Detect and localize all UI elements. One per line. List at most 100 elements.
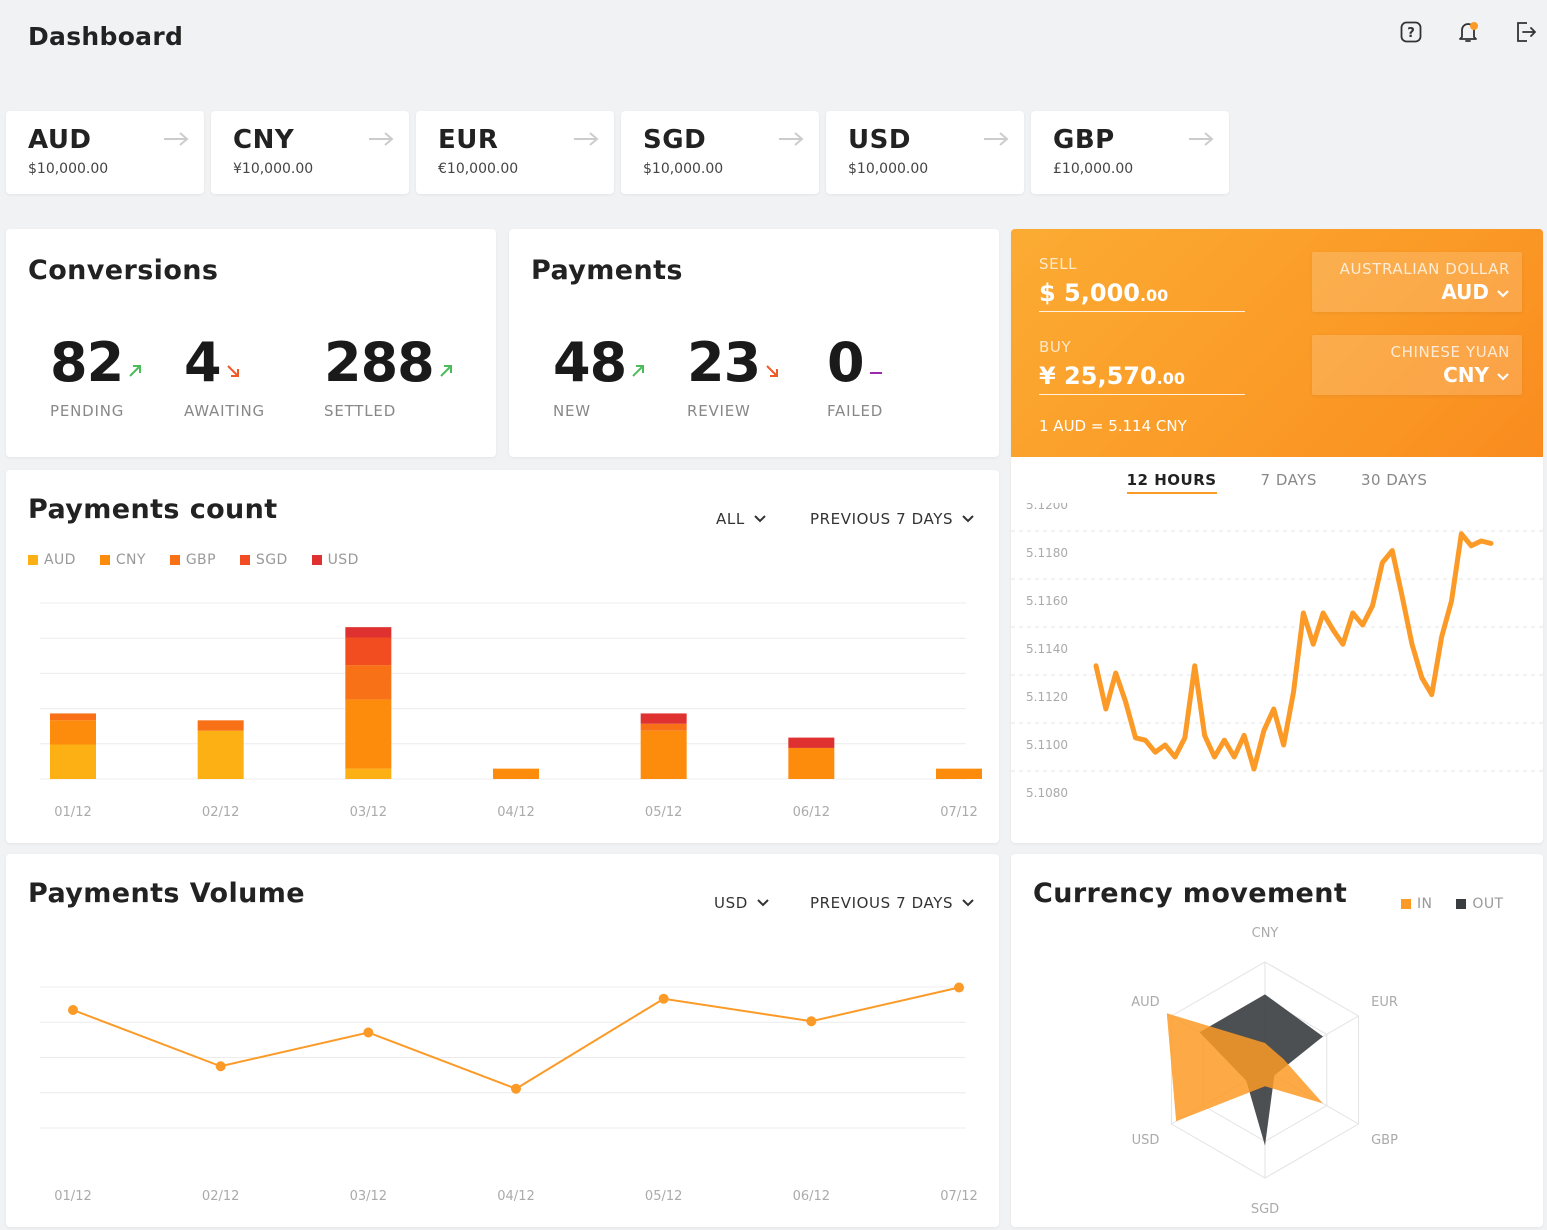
currency-amount: $10,000.00: [28, 161, 109, 177]
rate-line: [1093, 531, 1494, 772]
bar-segment-usd: [788, 737, 835, 748]
radar-axis-label: CNY: [1252, 926, 1279, 941]
top-toolbar: ?: [1368, 18, 1539, 46]
series-line: [72, 986, 960, 1090]
data-point: [363, 1027, 374, 1038]
payments-volume-chart: 01/12 02/12 03/12 04/12 05/12 06/12 07/12: [40, 982, 978, 1204]
y-tick-label: 5.1140: [1026, 642, 1068, 656]
payments-count-card: Payments count ALL PREVIOUS 7 DAYS AUD C…: [6, 470, 999, 843]
arrow-right-icon: [574, 132, 599, 146]
buy-currency-code: CNY: [1443, 363, 1490, 387]
buy-cents: .00: [1156, 369, 1186, 388]
stat-awaiting: 4 AWAITING: [184, 331, 265, 420]
conversions-card: Conversions 82 PENDING 4 AWAITING 288 SE…: [6, 229, 496, 457]
bar-segment-sgd: [345, 637, 392, 666]
radar-axis-label: GBP: [1371, 1133, 1398, 1148]
arrow-right-icon: [779, 132, 804, 146]
trend-down-icon: [766, 365, 779, 377]
data-point: [806, 1016, 817, 1027]
currency-tile-sgd[interactable]: SGD $10,000.00: [621, 111, 819, 194]
bar-segment-usd: [345, 627, 392, 638]
bar-segment-gbp: [345, 665, 392, 700]
currency-tile-eur[interactable]: EUR €10,000.00: [416, 111, 614, 194]
x-tick-label: 02/12: [202, 1189, 239, 1204]
buy-currency-select[interactable]: CHINESE YUAN CNY: [1312, 335, 1522, 395]
fx-range-tabs: 12 HOURS 7 DAYS 30 DAYS: [1011, 471, 1543, 494]
fx-rate-chart: 5.1200 5.1180 5.1160 5.1140 5.1120 5.1100 5.10…: [1011, 503, 1543, 800]
arrow-right-icon: [369, 132, 394, 146]
trend-up-icon: [440, 365, 452, 377]
bar-segment-cny: [640, 730, 687, 779]
x-tick-label: 04/12: [497, 805, 534, 820]
stat-label: REVIEW: [687, 402, 751, 420]
x-tick-label: 06/12: [793, 1189, 830, 1204]
payments-count-chart: 01/12 02/12 03/12 04/12 05/12 06/12 07/12: [40, 602, 982, 820]
stat-failed: 0 FAILED: [827, 331, 884, 420]
radar-axis-label: EUR: [1371, 995, 1398, 1010]
sell-cents: .00: [1139, 286, 1169, 305]
help-icon[interactable]: ?: [1397, 18, 1425, 46]
bar-segment-cny: [345, 699, 392, 769]
stat-review: 23 REVIEW: [687, 331, 780, 420]
currency-amount: €10,000.00: [438, 161, 519, 177]
radar-axis-label: SGD: [1251, 1202, 1279, 1217]
arrow-right-icon: [984, 132, 1009, 146]
currency-amount: $10,000.00: [643, 161, 724, 177]
currency-amount: £10,000.00: [1053, 161, 1134, 177]
stat-value: 23: [687, 331, 761, 394]
trend-flat-icon: [869, 372, 882, 374]
exchange-rate: 1 AUD = 5.114 CNY: [1039, 417, 1187, 435]
tab-7-days[interactable]: 7 DAYS: [1261, 471, 1317, 494]
radar-axis-label: USD: [1132, 1133, 1160, 1148]
buy-amount: ¥ 25,570: [1039, 362, 1157, 390]
stat-label: NEW: [553, 402, 591, 420]
bar-segment-cny: [788, 747, 835, 779]
logout-icon[interactable]: [1511, 18, 1539, 46]
stat-settled: 288 SETTLED: [324, 331, 454, 420]
tab-30-days[interactable]: 30 DAYS: [1361, 471, 1427, 494]
stat-new: 48 NEW: [553, 331, 646, 420]
sell-currency-code: AUD: [1441, 280, 1490, 304]
y-tick-label: 5.1180: [1026, 546, 1068, 560]
currency-tile-cny[interactable]: CNY ¥10,000.00: [211, 111, 409, 194]
x-tick-label: 01/12: [54, 1189, 91, 1204]
trend-up-icon: [632, 365, 645, 377]
sell-currency-name: AUSTRALIAN DOLLAR: [1339, 260, 1510, 278]
stat-value: 0: [827, 331, 865, 394]
currency-code: GBP: [1053, 125, 1115, 155]
x-tick-label: 05/12: [645, 1189, 682, 1204]
bar-segment-gbp: [197, 720, 244, 731]
bar-segment-gbp: [640, 723, 687, 731]
y-tick-label: 5.1100: [1026, 738, 1068, 752]
currency-amount: $10,000.00: [848, 161, 929, 177]
sell-amount: $ 5,000: [1039, 279, 1140, 307]
y-tick-label: 5.1160: [1026, 594, 1068, 608]
bar-segment-aud: [345, 768, 392, 779]
x-tick-label: 07/12: [940, 805, 977, 820]
currency-tile-usd[interactable]: USD $10,000.00: [826, 111, 1024, 194]
sell-amount-input[interactable]: $ 5,000.00: [1039, 279, 1245, 312]
stat-label: FAILED: [827, 402, 884, 420]
tab-12-hours[interactable]: 12 HOURS: [1126, 471, 1217, 494]
x-tick-label: 02/12: [202, 805, 239, 820]
currency-code: SGD: [643, 125, 707, 155]
bar-segment-aud: [197, 730, 244, 779]
bar-segment-usd: [640, 713, 687, 724]
x-tick-label: 03/12: [350, 805, 387, 820]
bell-icon[interactable]: [1454, 18, 1482, 46]
trend-up-icon: [129, 365, 142, 377]
currency-tile-gbp[interactable]: GBP £10,000.00: [1031, 111, 1229, 194]
sell-currency-select[interactable]: AUSTRALIAN DOLLAR AUD: [1312, 252, 1522, 312]
buy-amount-input[interactable]: ¥ 25,570.00: [1039, 362, 1245, 395]
currency-tile-aud[interactable]: AUD $10,000.00: [6, 111, 204, 194]
fx-header: SELL $ 5,000.00 BUY ¥ 25,570.00 AUSTRALI…: [1011, 229, 1543, 457]
y-tick-label: 5.1200: [1026, 503, 1068, 512]
arrow-right-icon: [164, 132, 189, 146]
chevron-down-icon: [1497, 290, 1509, 298]
payments-card: Payments 48 NEW 23 REVIEW 0 FAILED: [509, 229, 999, 457]
arrow-right-icon: [1189, 132, 1214, 146]
x-tick-label: 07/12: [940, 1189, 977, 1204]
currency-movement-card: Currency movement IN OUT CNY EUR GBP SGD USD…: [1011, 854, 1543, 1227]
payments-volume-card: Payments Volume USD PREVIOUS 7 DAYS 01/1…: [6, 854, 999, 1227]
y-tick-label: 5.1080: [1026, 786, 1068, 800]
